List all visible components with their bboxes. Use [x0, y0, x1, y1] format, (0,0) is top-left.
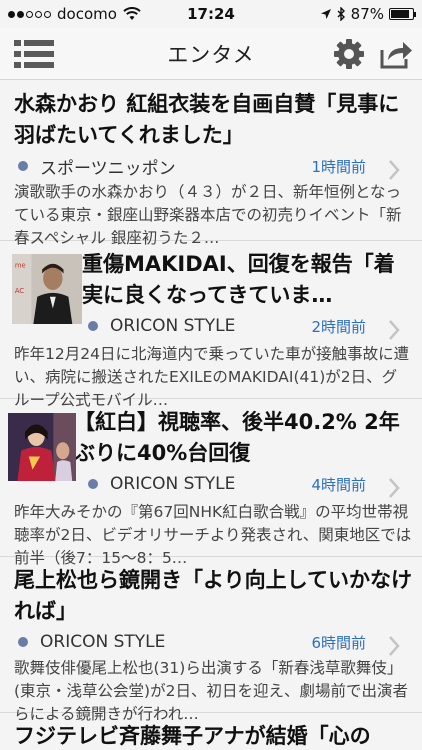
source-dot-icon — [88, 479, 98, 489]
article-title: 尾上松也ら鏡開き「より向上していかなければ」 — [14, 568, 412, 623]
share-icon[interactable] — [379, 38, 413, 70]
nav-bar: エンタメ — [0, 28, 422, 80]
signal-strength-icon — [8, 10, 51, 18]
article-title: 重傷MAKIDAI、回復を報告「着実に良くなってきていま… — [82, 252, 395, 307]
battery-fill — [391, 10, 410, 18]
article-source: ORICON STYLE — [110, 474, 236, 494]
svg-text:me: me — [15, 262, 26, 270]
status-bar: docomo 17:24 87% — [0, 0, 422, 28]
location-arrow-icon — [320, 9, 331, 19]
article-thumbnail — [8, 413, 76, 481]
article-time: 4時間前 — [311, 475, 366, 494]
article-time: 1時間前 — [311, 157, 366, 176]
article-title: 【紅白】視聴率、後半40.2% 2年ぶりに40%台回復 — [74, 410, 400, 465]
svg-text:AC: AC — [15, 287, 25, 295]
article-list: 水森かおり 紅組衣装を自画自賛「見事に羽ばたいてくれました」 スポーツニッポン … — [0, 81, 422, 750]
article-meta: スポーツニッポン 1時間前 — [14, 153, 412, 180]
source-dot-icon — [88, 321, 98, 331]
chevron-right-icon — [389, 636, 400, 656]
page-title: エンタメ — [167, 42, 255, 67]
carrier-label: docomo — [57, 5, 117, 23]
article-meta: ORICON STYLE 2時間前 — [88, 313, 412, 340]
list-item[interactable]: 水森かおり 紅組衣装を自画自賛「見事に羽ばたいてくれました」 スポーツニッポン … — [0, 81, 422, 247]
article-time: 6時間前 — [311, 633, 366, 652]
article-source: ORICON STYLE — [40, 632, 166, 652]
source-dot-icon — [18, 161, 28, 171]
article-meta: ORICON STYLE 4時間前 — [88, 471, 412, 498]
article-time: 2時間前 — [311, 317, 366, 336]
list-menu-icon[interactable] — [14, 38, 54, 70]
list-item[interactable]: 尾上松也ら鏡開き「より向上していかなければ」 ORICON STYLE 6時間前… — [0, 557, 422, 723]
wifi-icon — [123, 7, 141, 20]
article-source: ORICON STYLE — [110, 316, 236, 336]
chevron-right-icon — [389, 160, 400, 180]
status-right: 87% — [320, 5, 416, 23]
chevron-right-icon — [389, 478, 400, 498]
battery-icon — [389, 8, 416, 20]
article-title: フジテレビ斉藤舞子アナが結婚「心の — [14, 724, 371, 748]
gear-icon[interactable] — [333, 38, 365, 70]
source-dot-icon — [18, 637, 28, 647]
article-title: 水森かおり 紅組衣装を自画自賛「見事に羽ばたいてくれました」 — [14, 92, 400, 147]
chevron-right-icon — [389, 320, 400, 340]
list-item[interactable]: 【紅白】視聴率、後半40.2% 2年ぶりに40%台回復 ORICON STYLE… — [0, 399, 422, 567]
article-snippet: 演歌歌手の水森かおり（４３）が２日、新年恒例となっている東京・銀座山野楽器本店で… — [14, 183, 402, 247]
article-meta: ORICON STYLE 6時間前 — [14, 629, 412, 656]
article-source: スポーツニッポン — [40, 158, 176, 179]
list-item[interactable]: フジテレビ斉藤舞子アナが結婚「心の — [0, 713, 422, 750]
battery-percent: 87% — [350, 5, 384, 23]
status-left: docomo — [8, 5, 141, 23]
article-thumbnail: me AC — [12, 254, 82, 324]
list-item[interactable]: me AC 重傷MAKIDAI、回復を報告「着実に良くなってきていま… ORIC… — [0, 241, 422, 409]
bluetooth-icon — [337, 7, 345, 21]
